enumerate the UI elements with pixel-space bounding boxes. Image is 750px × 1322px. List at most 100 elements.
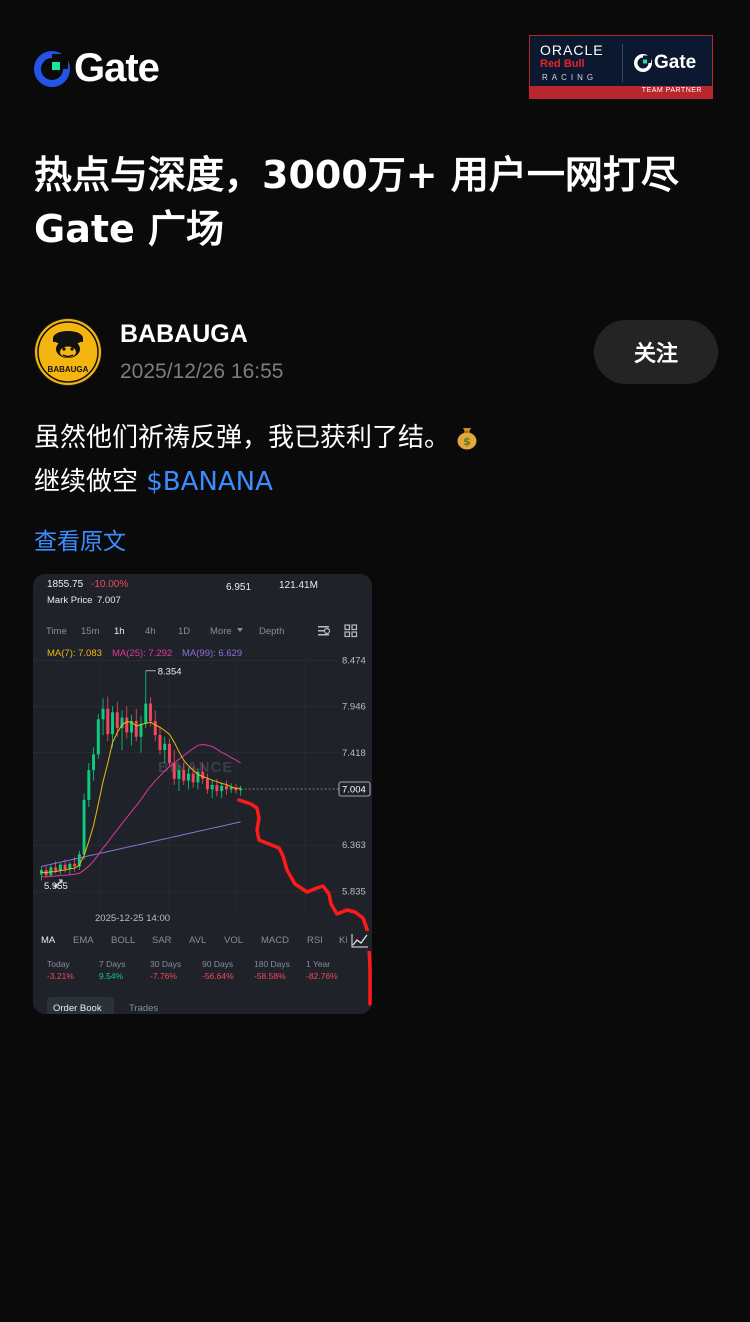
candle-body bbox=[54, 867, 58, 871]
timeframe-tabs: Time 15m 1h 4h 1D More Depth bbox=[46, 626, 284, 637]
more-dropdown-icon bbox=[237, 628, 243, 632]
banner-divider bbox=[622, 44, 623, 82]
performance-value: 9.54% bbox=[99, 971, 124, 981]
timeframe-tab-1d[interactable]: 1D bbox=[178, 626, 190, 637]
indicator-boll[interactable]: BOLL bbox=[111, 935, 135, 946]
money-bag-icon: $ bbox=[457, 428, 477, 450]
mark-price-label: Mark Price bbox=[47, 595, 92, 606]
author-row: BABAUGA BABAUGA 2025/12/26 16:55 关注 bbox=[34, 318, 718, 388]
timeframe-tab-4h[interactable]: 4h bbox=[145, 626, 156, 637]
racing-text: RACING bbox=[542, 73, 598, 82]
redbull-text: Red Bull bbox=[540, 58, 585, 70]
indicator-chart-icon[interactable] bbox=[347, 931, 372, 951]
performance-label: Today bbox=[47, 959, 70, 969]
candle-body bbox=[144, 703, 148, 724]
post-text-2: 继续做空 bbox=[34, 467, 147, 497]
candle-body bbox=[201, 771, 205, 779]
timeframe-tab-time[interactable]: Time bbox=[46, 626, 67, 637]
indicator-tabs: MA EMA BOLL SAR AVL VOL MACD RSI KI bbox=[41, 935, 348, 946]
candle-body bbox=[182, 770, 186, 781]
candle-body bbox=[153, 721, 157, 736]
performance-value: -7.76% bbox=[150, 971, 177, 981]
banana-ticker-link[interactable]: $BANANA bbox=[146, 467, 273, 497]
headline-line2: Gate 广场 bbox=[34, 207, 225, 251]
candle-body bbox=[82, 799, 86, 855]
indicator-avl[interactable]: AVL bbox=[189, 935, 206, 946]
oracle-text: ORACLE bbox=[540, 42, 604, 58]
follow-button[interactable]: 关注 bbox=[594, 320, 718, 384]
candle-body bbox=[101, 708, 105, 720]
post-line-2: 继续做空 $BANANA bbox=[34, 460, 714, 504]
mark-price-value: 7.007 bbox=[97, 595, 121, 606]
timeframe-tab-15m[interactable]: 15m bbox=[81, 626, 100, 637]
timeframe-tab-1h[interactable]: 1h bbox=[114, 626, 125, 637]
ma25-legend: MA(25): 7.292 bbox=[112, 648, 172, 659]
avatar[interactable]: BABAUGA bbox=[34, 318, 102, 386]
current-price-value: 7.004 bbox=[342, 785, 366, 796]
candle-body bbox=[229, 787, 233, 790]
candle-body bbox=[73, 863, 77, 867]
candle-body bbox=[63, 864, 67, 870]
candle-body bbox=[210, 785, 214, 790]
grid-layout-icon[interactable] bbox=[344, 624, 358, 638]
candle-body bbox=[167, 743, 171, 764]
candle-body bbox=[111, 712, 115, 735]
performance-label: 7 Days bbox=[99, 959, 125, 969]
high-price-label: 8.354 bbox=[158, 666, 182, 677]
timeframe-tab-depth[interactable]: Depth bbox=[259, 626, 284, 637]
gate-mini-icon bbox=[634, 54, 652, 72]
gate-mini-logo: Gate bbox=[634, 52, 696, 74]
chart-date-label: 2025-12-25 14:00 bbox=[95, 913, 170, 924]
tab-trades[interactable]: Trades bbox=[129, 1003, 158, 1014]
partner-band-text: TEAM PARTNER bbox=[641, 87, 702, 94]
indicator-ma[interactable]: MA bbox=[41, 935, 56, 946]
performance-label: 180 Days bbox=[254, 959, 290, 969]
indicator-sar[interactable]: SAR bbox=[152, 935, 172, 946]
y-tick-label: 7.418 bbox=[342, 748, 366, 759]
indicator-ema[interactable]: EMA bbox=[73, 935, 94, 946]
ma99-legend: MA(99): 6.629 bbox=[182, 648, 242, 659]
gate-logo[interactable]: Gate bbox=[34, 46, 160, 91]
indicator-ki[interactable]: KI bbox=[339, 935, 348, 946]
candle-body bbox=[125, 717, 129, 733]
indicator-rsi[interactable]: RSI bbox=[307, 935, 323, 946]
chart-image[interactable]: 1855.75 -10.00% 6.951 121.41M Mark Price… bbox=[33, 574, 372, 1014]
candle-body bbox=[215, 785, 219, 792]
y-tick-label: 7.946 bbox=[342, 702, 366, 713]
candle-body bbox=[163, 743, 167, 750]
tab-order-book[interactable]: Order Book bbox=[53, 1003, 102, 1014]
indicator-vol[interactable]: VOL bbox=[224, 935, 243, 946]
chart-settings-icon[interactable] bbox=[318, 626, 331, 636]
team-partner-banner[interactable]: ORACLE Red Bull RACING Gate TEAM PARTNER bbox=[529, 35, 713, 99]
chart-top-right: 121.41M bbox=[279, 580, 318, 591]
candle-body bbox=[224, 785, 228, 790]
post-line-1: 虽然他们祈祷反弹，我已获利了结。 $ bbox=[34, 416, 714, 460]
indicator-macd[interactable]: MACD bbox=[261, 935, 289, 946]
post-text-1: 虽然他们祈祷反弹，我已获利了结。 bbox=[34, 423, 451, 453]
performance-value: -82.76% bbox=[306, 971, 338, 981]
y-axis-ticks: 8.474 7.946 7.418 6.363 5.835 bbox=[342, 655, 366, 897]
timeframe-tab-more[interactable]: More bbox=[210, 626, 232, 637]
gate-logo-icon bbox=[34, 50, 70, 87]
gate-mini-text: Gate bbox=[654, 52, 697, 73]
candle-body bbox=[87, 770, 91, 800]
candle-body bbox=[158, 735, 162, 750]
ma7-legend: MA(7): 7.083 bbox=[47, 648, 102, 659]
performance-label: 1 Year bbox=[306, 959, 330, 969]
candle-body bbox=[149, 703, 152, 722]
y-tick-label: 5.835 bbox=[342, 886, 366, 897]
candle-body bbox=[205, 778, 209, 790]
author-name[interactable]: BABAUGA bbox=[120, 320, 248, 349]
chart-top-mid: 6.951 bbox=[226, 582, 251, 593]
high-price-marker: 8.354 bbox=[145, 666, 182, 677]
ma99-line bbox=[41, 821, 241, 867]
candle-body bbox=[186, 773, 190, 781]
candle-body bbox=[96, 719, 100, 755]
y-tick-label: 8.474 bbox=[342, 655, 366, 666]
performance-label: 90 Days bbox=[202, 959, 233, 969]
post-body: 虽然他们祈祷反弹，我已获利了结。 $ 继续做空 $BANANA bbox=[34, 416, 714, 504]
candle-body bbox=[172, 763, 176, 779]
headline-line1: 热点与深度，3000万+ 用户一网打尽 bbox=[34, 153, 679, 197]
view-original-link[interactable]: 查看原文 bbox=[34, 522, 126, 556]
page-headline: 热点与深度，3000万+ 用户一网打尽 Gate 广场 bbox=[34, 148, 714, 256]
